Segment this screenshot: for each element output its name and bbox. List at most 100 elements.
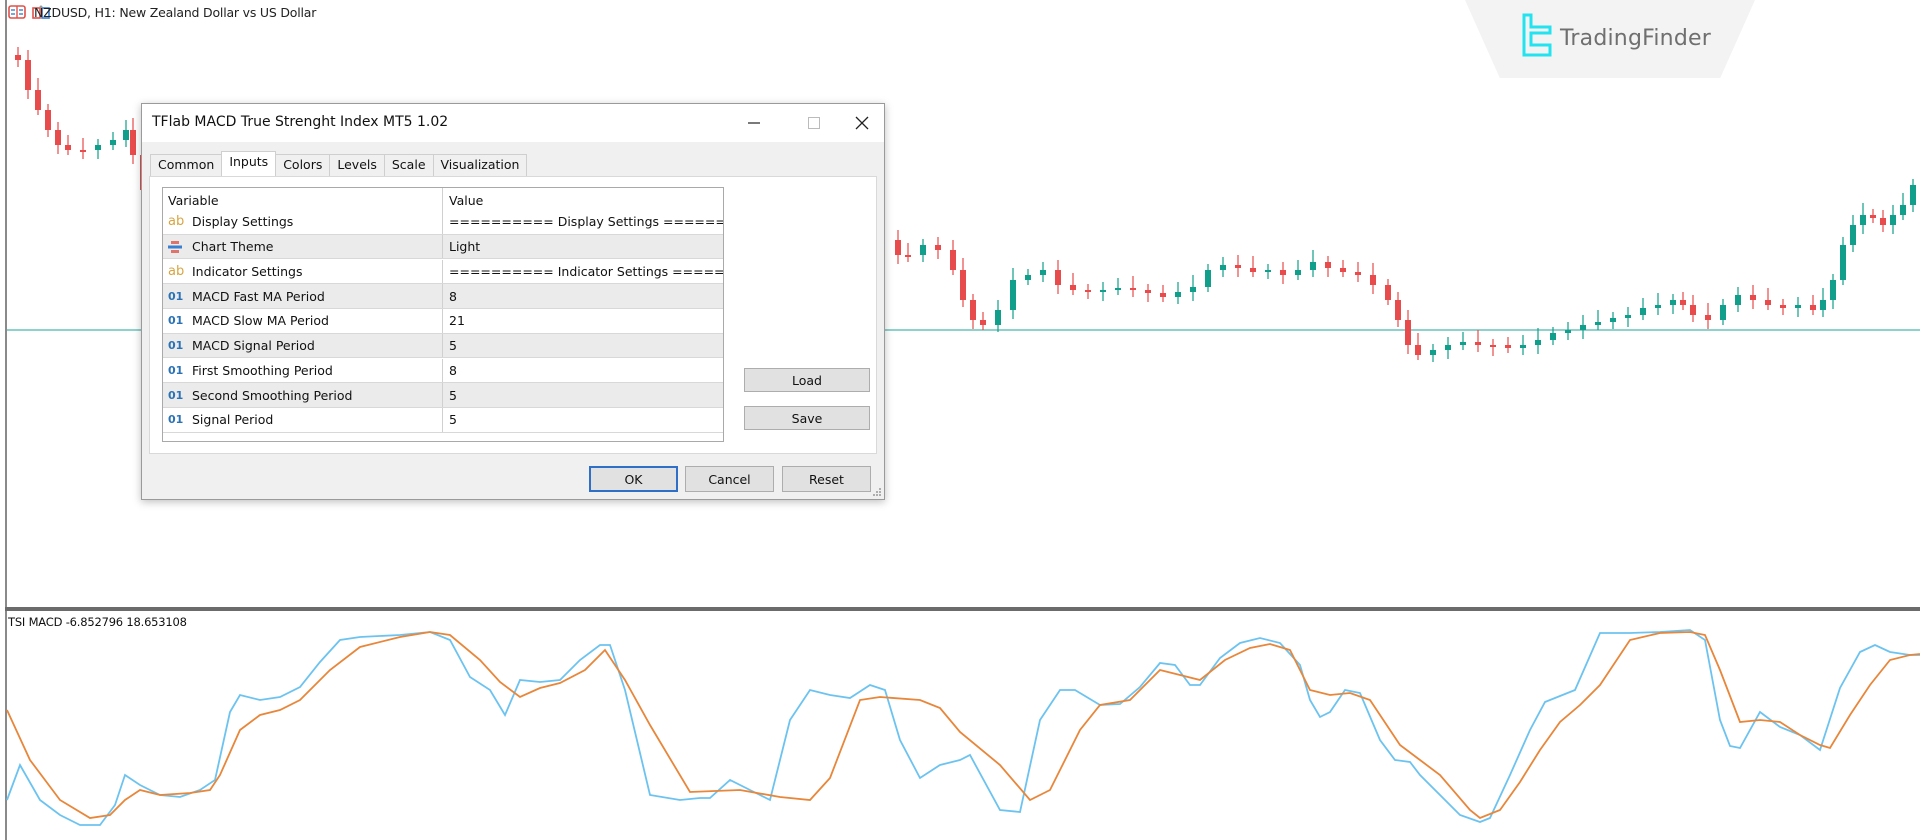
tab-common[interactable]: Common <box>150 154 223 176</box>
input-value[interactable]: Light <box>443 235 723 259</box>
candle-bull <box>1840 245 1846 280</box>
candle-bull <box>1890 215 1896 225</box>
input-value[interactable]: 8 <box>443 359 723 383</box>
input-variable-label: Indicator Settings <box>192 263 303 279</box>
input-variable-label: MACD Fast MA Period <box>192 288 325 304</box>
candle-bear <box>1160 293 1166 297</box>
candle-bull <box>1900 205 1906 215</box>
input-row[interactable]: 01 First Smoothing Period 8 <box>163 358 723 384</box>
tab-inputs[interactable]: Inputs <box>221 151 277 176</box>
candle-bull <box>123 130 129 140</box>
tab-visualization[interactable]: Visualization <box>432 154 528 176</box>
close-button[interactable] <box>839 104 885 142</box>
save-button[interactable]: Save <box>744 406 870 430</box>
input-value[interactable]: ========== Display Settings ======... <box>443 210 723 234</box>
candle-bull <box>1040 270 1046 275</box>
minimize-button[interactable] <box>731 104 777 142</box>
input-variable-label: Display Settings <box>192 214 294 230</box>
candle-bull <box>1640 308 1646 315</box>
candle-bear <box>1680 300 1686 305</box>
tab-colors[interactable]: Colors <box>275 154 331 176</box>
candle-bull <box>920 245 926 255</box>
input-variable[interactable]: 01 MACD Fast MA Period <box>163 284 443 308</box>
candle-bear <box>1250 268 1256 272</box>
input-variable[interactable]: 01 Signal Period <box>163 408 443 432</box>
input-row[interactable]: 01 Signal Period 5 <box>163 408 723 433</box>
candle-bull <box>1190 287 1196 292</box>
input-row[interactable]: ab Display Settings ========== Display Set… <box>163 210 723 235</box>
integer-type-icon: 01 <box>168 388 184 402</box>
candle-bull <box>1550 333 1556 340</box>
candle-bear <box>80 150 86 152</box>
input-variable-label: Chart Theme <box>192 239 274 255</box>
candle-bull <box>1205 270 1211 287</box>
input-row[interactable]: Chart Theme Light <box>163 234 723 260</box>
close-icon <box>855 116 869 130</box>
candle-bull <box>1655 305 1661 308</box>
candle-bull <box>1860 215 1866 225</box>
input-variable[interactable]: 01 Second Smoothing Period <box>163 383 443 407</box>
reset-button[interactable]: Reset <box>782 466 871 492</box>
input-value[interactable]: 5 <box>443 334 723 358</box>
candle-bear <box>25 60 31 90</box>
candle-bull <box>995 310 1001 325</box>
dialog-title: TFlab MACD True Strenght Index MT5 1.02 <box>152 114 449 130</box>
inputs-panel: Variable Value ab Display Settings =======… <box>149 176 877 454</box>
input-variable-label: MACD Slow MA Period <box>192 313 329 329</box>
candle-bear <box>15 55 21 60</box>
input-variable[interactable]: 01 First Smoothing Period <box>163 358 443 383</box>
candle-bull <box>1460 342 1466 345</box>
input-row[interactable]: ab Indicator Settings ========== Indicator… <box>163 259 723 285</box>
candle-bear <box>1055 270 1061 285</box>
subwindow-separator[interactable] <box>5 607 1920 611</box>
candle-bull <box>1610 318 1616 322</box>
input-row[interactable]: 01 MACD Slow MA Period 21 <box>163 309 723 334</box>
ok-button[interactable]: OK <box>589 466 678 492</box>
input-variable[interactable]: 01 MACD Signal Period <box>163 333 443 358</box>
resize-grip-icon[interactable] <box>872 487 882 497</box>
header-variable[interactable]: Variable <box>163 188 443 213</box>
candle-bear <box>1370 275 1376 285</box>
candle-bear <box>1145 290 1151 293</box>
tab-scale[interactable]: Scale <box>383 154 434 176</box>
input-variable[interactable]: ab Indicator Settings <box>163 259 443 284</box>
candle-bear <box>980 320 986 325</box>
input-row[interactable]: 01 Second Smoothing Period 5 <box>163 383 723 408</box>
candle-bear <box>1765 300 1771 305</box>
input-variable[interactable]: 01 MACD Slow MA Period <box>163 309 443 333</box>
candle-bull <box>1265 270 1271 272</box>
candle-bear <box>1475 342 1481 345</box>
input-variable[interactable]: Chart Theme <box>163 234 443 259</box>
candle-bull <box>95 145 101 150</box>
maximize-button[interactable] <box>791 104 837 142</box>
candle-bull <box>1430 350 1436 355</box>
candle-bear <box>1405 320 1411 345</box>
header-value[interactable]: Value <box>443 188 723 213</box>
candle-bear <box>935 245 941 250</box>
candle-bear <box>1505 345 1511 348</box>
input-row[interactable]: 01 MACD Signal Period 5 <box>163 333 723 359</box>
candle-bear <box>1280 270 1286 275</box>
watermark-brand: TradingFinder <box>1560 26 1711 51</box>
input-row[interactable]: 01 MACD Fast MA Period 8 <box>163 284 723 309</box>
tradingfinder-logo-icon <box>1522 13 1552 57</box>
candle-bear <box>960 270 966 300</box>
input-value[interactable]: 8 <box>443 284 723 308</box>
candle-bear <box>895 240 901 255</box>
chart-window[interactable]: NZDUSD, H1: New Zealand Dollar vs US Dol… <box>0 0 1920 840</box>
cancel-button[interactable]: Cancel <box>685 466 774 492</box>
candle-bull <box>1670 300 1676 305</box>
input-variable[interactable]: ab Display Settings <box>163 210 443 234</box>
candle-bear <box>45 110 51 130</box>
candle-bear <box>1070 285 1076 290</box>
input-value[interactable]: 21 <box>443 309 723 333</box>
tab-levels[interactable]: Levels <box>329 154 385 176</box>
dialog-titlebar[interactable]: TFlab MACD True Strenght Index MT5 1.02 <box>142 104 884 142</box>
input-value[interactable]: 5 <box>443 383 723 407</box>
input-value[interactable]: 5 <box>443 408 723 432</box>
load-button[interactable]: Load <box>744 368 870 392</box>
candle-bull <box>1820 300 1826 310</box>
candle-bear <box>130 130 136 155</box>
input-value[interactable]: ========== Indicator Settings =====... <box>443 260 723 284</box>
candle-bull <box>1595 322 1601 325</box>
